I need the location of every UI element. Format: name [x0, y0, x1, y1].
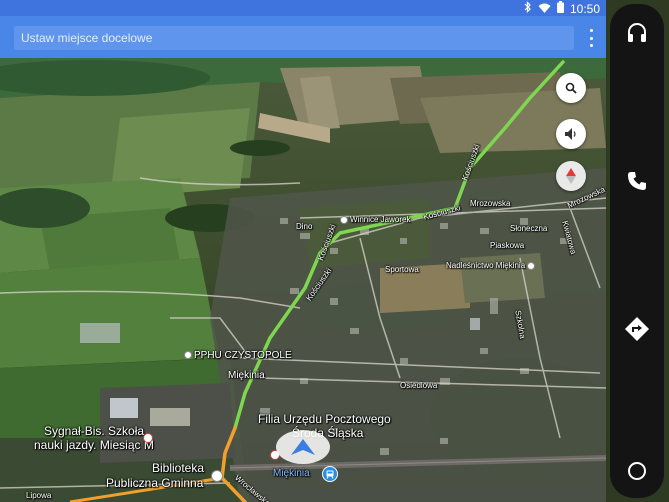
street-label-mrozowska: Mrozowska [470, 199, 511, 208]
poi-label-text: Nadleśnictwo Miękinia [446, 261, 526, 270]
poi-label-sygnal-line2[interactable]: nauki jazdy. Miesiąc M [34, 438, 154, 452]
map-search-button[interactable] [556, 73, 586, 103]
poi-marker [340, 215, 348, 224]
compass-icon [566, 168, 576, 184]
station-label-miekinia[interactable]: Miękinia [273, 468, 310, 479]
status-time: 10:50 [569, 1, 600, 16]
car-mode-rail [610, 4, 664, 498]
poi-marker [184, 351, 192, 360]
volume-icon [564, 128, 576, 140]
app-bar [0, 16, 606, 58]
search-icon [565, 82, 577, 94]
street-label-sloneczna: Słoneczna [510, 224, 548, 233]
place-label-miekinia: Miękinia [228, 370, 265, 381]
street-label-osiedlowa: Osiedlowa [400, 381, 438, 390]
train-station-icon[interactable] [322, 466, 338, 482]
street-label-sportowa: Sportowa [385, 265, 419, 274]
dot [589, 44, 593, 47]
compass-button[interactable] [556, 161, 586, 191]
poi-label-nadlesnictwo[interactable]: Nadleśnictwo Miękinia [446, 261, 537, 270]
headset-button[interactable] [622, 18, 652, 48]
poi-marker-sygnal[interactable] [143, 433, 153, 443]
dot [589, 36, 593, 40]
poi-label-biblioteka-line1[interactable]: Biblioteka [152, 461, 204, 475]
poi-marker [527, 261, 536, 270]
dot [589, 29, 593, 32]
navigation-icon [624, 316, 650, 342]
satellite-map[interactable]: Winnice Jaworek Kościuszki Kościuszki Mr… [0, 58, 606, 502]
battery-icon [556, 1, 564, 16]
destination-search-box[interactable] [14, 26, 574, 50]
status-bar: 10:50 [0, 0, 606, 16]
poi-label-dino[interactable]: Dino [296, 222, 312, 231]
home-circle-icon [628, 462, 646, 480]
phone-icon [628, 172, 646, 190]
current-location-puck [276, 430, 330, 464]
status-icons: 10:50 [524, 1, 600, 16]
volume-button[interactable] [556, 119, 586, 149]
home-button[interactable] [622, 456, 652, 486]
poi-label-text: Winnice Jaworek [350, 215, 411, 224]
phone-button[interactable] [622, 166, 652, 196]
poi-label-filia-line1[interactable]: Filia Urzędu Pocztowego [258, 412, 391, 426]
navigation-button[interactable] [622, 314, 652, 344]
destination-input[interactable] [21, 29, 561, 47]
navigation-arrow-icon [291, 439, 315, 455]
poi-label-sygnal-line1[interactable]: Sygnał-Bis. Szkoła [44, 424, 144, 438]
poi-label-pphu[interactable]: PPHU CZYSTOPOLE [184, 350, 292, 361]
bluetooth-icon [524, 1, 532, 16]
poi-label-text: PPHU CZYSTOPOLE [194, 350, 292, 361]
overflow-menu-button[interactable] [588, 29, 594, 47]
headset-icon [628, 23, 646, 42]
poi-label-biblioteka-line2[interactable]: Publiczna Gminna [106, 476, 203, 490]
street-label-piaskowa: Piaskowa [490, 241, 525, 250]
street-label-lipowa: Lipowa [26, 491, 52, 500]
poi-marker-biblioteka[interactable] [211, 470, 223, 482]
poi-label-winnice[interactable]: Winnice Jaworek [340, 215, 410, 224]
wifi-icon [538, 2, 551, 16]
